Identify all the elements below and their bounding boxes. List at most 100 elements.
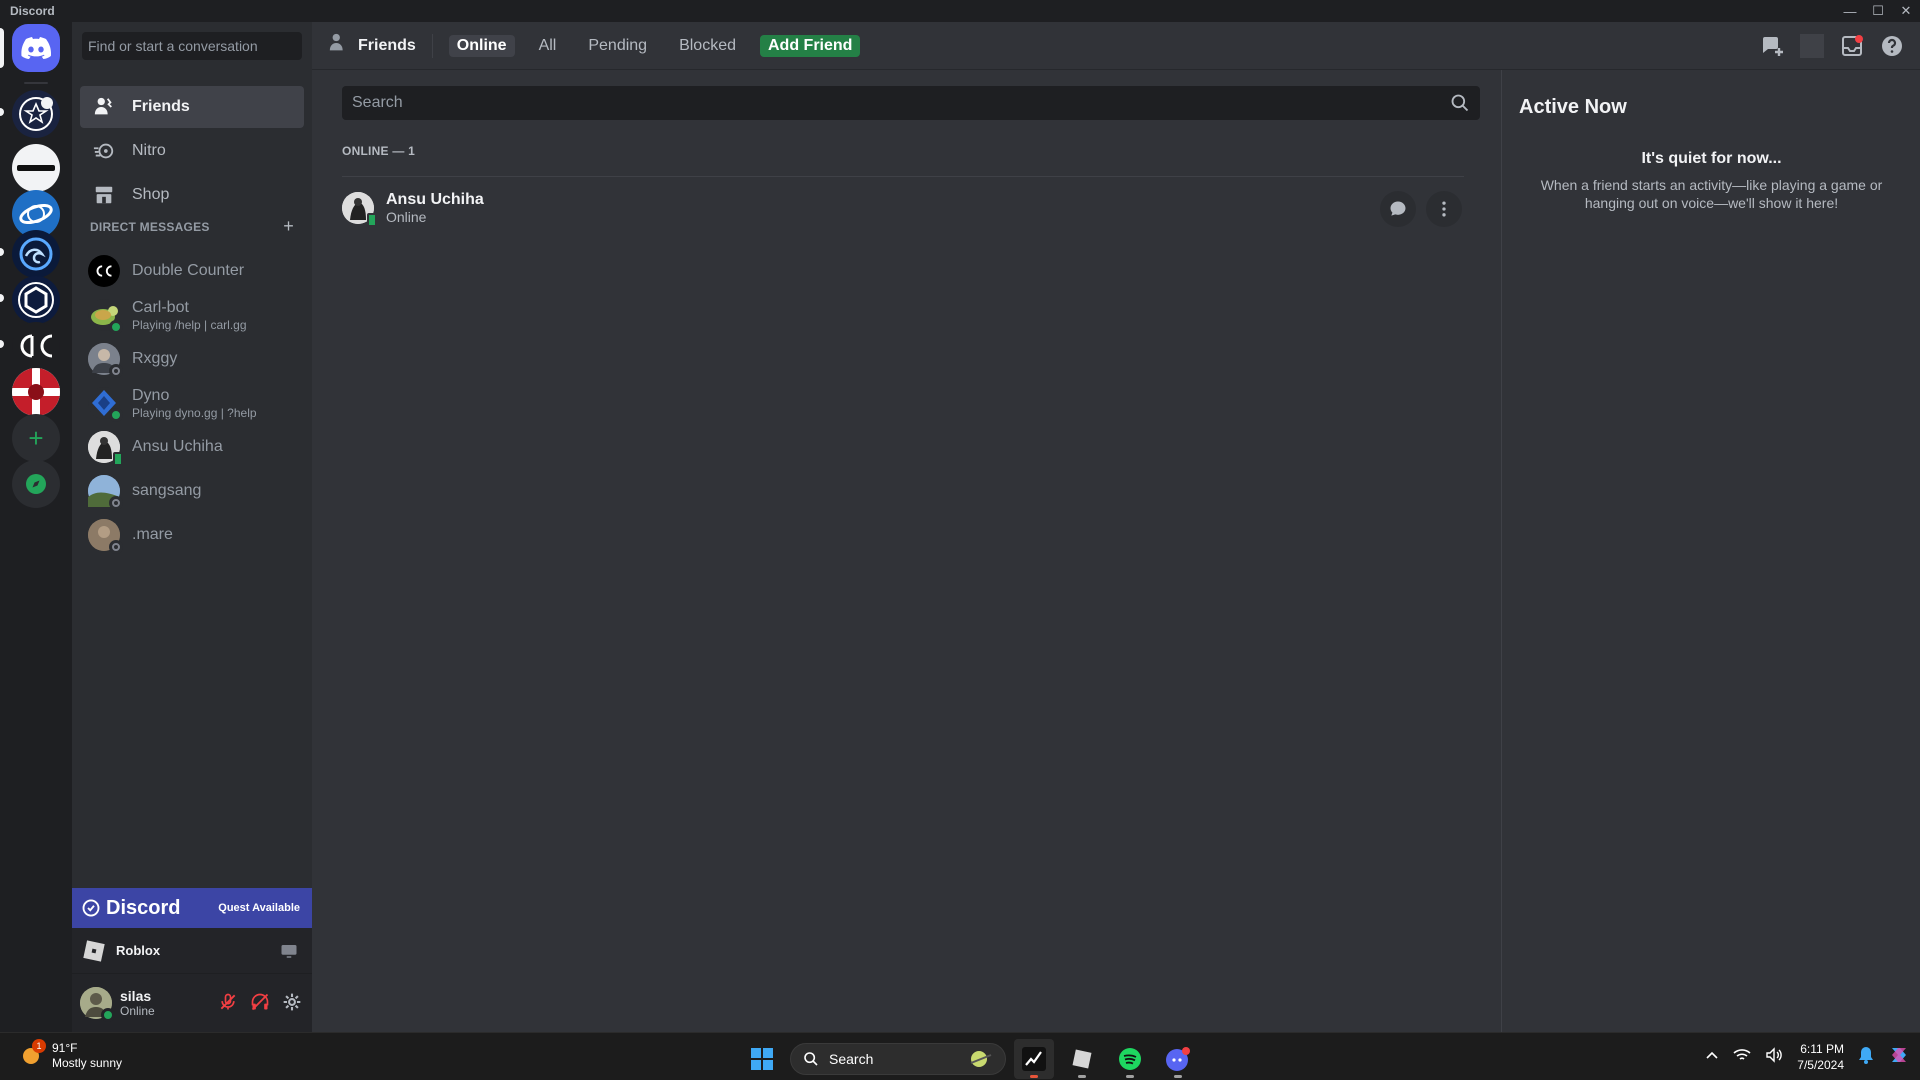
windows-taskbar: 1 91°F Mostly sunny Search 6:11 PM 7/5/2…	[0, 1032, 1920, 1080]
start-button[interactable]	[742, 1039, 782, 1079]
server-wave[interactable]	[12, 230, 60, 278]
avatar	[88, 255, 120, 287]
quest-available-label: Quest Available	[218, 902, 300, 914]
find-conversation-button[interactable]: Find or start a conversation	[82, 32, 302, 60]
weather-widget[interactable]: 1 91°F Mostly sunny	[20, 1039, 123, 1071]
tab-all[interactable]: All	[531, 35, 565, 57]
user-settings-button[interactable]	[280, 990, 304, 1014]
dm-item-dyno[interactable]: Dyno Playing dyno.gg | ?help	[80, 382, 304, 424]
volume-icon[interactable]	[1765, 1046, 1783, 1068]
nav-friends[interactable]: Friends	[80, 86, 304, 128]
weather-desc: Mostly sunny	[52, 1056, 123, 1070]
add-server-button[interactable]: +	[12, 414, 60, 462]
server-dc[interactable]	[12, 322, 60, 370]
spotify-icon	[1119, 1048, 1141, 1070]
active-indicator	[1030, 1075, 1038, 1078]
server-rail: +	[0, 22, 72, 1032]
compass-icon	[26, 474, 46, 494]
create-dm-button[interactable]: +	[283, 217, 294, 235]
friends-search-input[interactable]: Search	[342, 86, 1480, 120]
nav-shop[interactable]: Shop	[80, 174, 304, 216]
search-icon	[1451, 94, 1469, 112]
stream-game-icon[interactable]	[280, 942, 298, 965]
star-server-icon	[19, 97, 53, 131]
tab-pending[interactable]: Pending	[580, 35, 655, 57]
taskbar-app-spotify[interactable]	[1110, 1039, 1150, 1079]
nav-label: Friends	[132, 98, 190, 115]
quest-brand: Discord	[106, 896, 181, 919]
dm-header: DIRECT MESSAGES +	[90, 217, 294, 235]
user-avatar[interactable]	[80, 987, 115, 1022]
status-offline	[109, 364, 123, 378]
window-titlebar: Discord — ☐ ✕	[0, 0, 1920, 22]
roblox-icon	[1072, 1049, 1092, 1069]
tab-online[interactable]: Online	[448, 34, 515, 57]
friends-icon	[92, 95, 116, 119]
server-hexagon[interactable]	[12, 276, 60, 324]
dm-name: Carl-bot	[132, 299, 189, 316]
home-button[interactable]	[12, 24, 60, 72]
friend-name: Ansu Uchiha	[386, 190, 484, 208]
mic-muted-icon	[220, 993, 236, 1010]
mute-mic-button[interactable]	[216, 990, 240, 1014]
taskbar-app-stocks[interactable]	[1014, 1039, 1054, 1079]
avatar	[88, 343, 123, 378]
taskbar-search[interactable]: Search	[790, 1043, 1006, 1075]
inbox-button[interactable]	[1840, 34, 1864, 58]
dm-name: Dyno	[132, 387, 170, 404]
avatar	[88, 299, 123, 334]
weather-badge: 1	[32, 1039, 46, 1053]
taskbar-app-roblox[interactable]	[1062, 1039, 1102, 1079]
dm-sidebar: Find or start a conversation Friends Nit…	[72, 22, 312, 1032]
header-divider	[431, 33, 433, 58]
server-text-logo[interactable]	[12, 144, 60, 192]
system-clock[interactable]: 6:11 PM 7/5/2024	[1797, 1041, 1844, 1073]
new-group-dm-button[interactable]	[1760, 34, 1784, 58]
server-star[interactable]	[12, 90, 60, 138]
dm-item-rxggy[interactable]: Rxggy	[80, 338, 304, 380]
copilot-icon[interactable]	[1888, 1044, 1910, 1071]
gear-icon	[283, 993, 301, 1011]
status-mobile	[113, 452, 123, 466]
taskbar-app-discord[interactable]	[1158, 1039, 1198, 1079]
friends-list-column: Search ONLINE — 1 Ansu Uchiha Online	[312, 70, 1502, 1032]
more-options-button[interactable]	[1426, 191, 1462, 227]
new-group-dm-icon	[1763, 37, 1783, 56]
network-icon[interactable]	[1733, 1047, 1751, 1068]
user-status: Online	[120, 1004, 155, 1018]
add-friend-button[interactable]: Add Friend	[760, 34, 861, 57]
dm-item-mare[interactable]: .mare	[80, 514, 304, 556]
notifications-icon[interactable]	[1858, 1046, 1874, 1069]
nav-label: Shop	[132, 186, 170, 203]
active-now-title: Active Now	[1519, 96, 1627, 118]
nitro-icon	[92, 139, 116, 163]
quest-banner[interactable]: Discord Quest Available	[72, 888, 312, 928]
running-indicator	[1174, 1075, 1182, 1078]
minimize-button[interactable]: —	[1836, 0, 1864, 22]
help-button[interactable]	[1880, 34, 1904, 58]
nav-nitro[interactable]: Nitro	[80, 130, 304, 172]
discover-button[interactable]	[12, 460, 60, 508]
friend-row[interactable]: Ansu Uchiha Online	[342, 176, 1464, 238]
dm-item-double-counter[interactable]: Double Counter	[80, 250, 304, 292]
avatar	[88, 387, 123, 422]
inbox-icon	[1842, 35, 1863, 56]
friends-title: Friends	[328, 32, 416, 59]
text-logo-icon	[17, 165, 55, 171]
deafen-button[interactable]	[248, 990, 272, 1014]
dm-name: sangsang	[132, 482, 202, 499]
status-offline	[109, 540, 123, 554]
dm-item-carl-bot[interactable]: Carl-bot Playing /help | carl.gg	[80, 294, 304, 336]
server-gift[interactable]	[12, 368, 60, 416]
message-button[interactable]	[1380, 191, 1416, 227]
taskbar-search-label: Search	[829, 1051, 874, 1067]
dm-name: .mare	[132, 526, 173, 543]
close-window-button[interactable]: ✕	[1892, 0, 1920, 22]
empty-title: It's quiet for now...	[1641, 150, 1782, 167]
maximize-button[interactable]: ☐	[1864, 0, 1892, 22]
tab-blocked[interactable]: Blocked	[671, 35, 744, 57]
discord-icon	[1166, 1047, 1190, 1071]
dm-item-ansu-uchiha[interactable]: Ansu Uchiha	[80, 426, 304, 468]
show-hidden-icons[interactable]	[1705, 1048, 1719, 1067]
dm-item-sangsang[interactable]: sangsang	[80, 470, 304, 512]
